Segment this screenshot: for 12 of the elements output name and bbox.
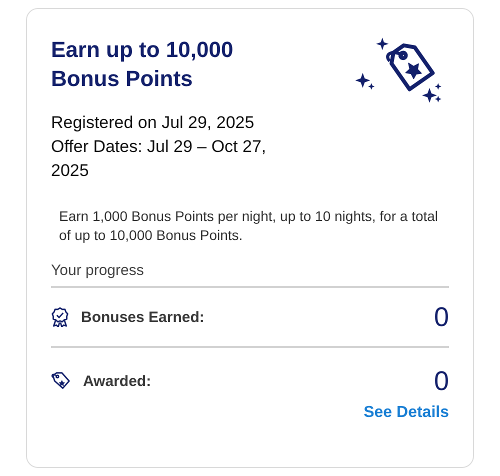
- tag-icon: [51, 372, 71, 390]
- registered-date: Registered on Jul 29, 2025: [51, 112, 256, 134]
- progress-value: 0: [434, 302, 449, 332]
- progress-label: Bonuses Earned:: [81, 308, 206, 326]
- see-details-link[interactable]: See Details: [364, 404, 449, 422]
- offer-title: Earn up to 10,000 Bonus Points: [51, 36, 234, 93]
- offer-dates: Offer Dates: Jul 29 – Oct 27, 2025: [51, 136, 268, 182]
- progress-label: Awarded:: [83, 372, 152, 390]
- award-ribbon-icon: [51, 307, 69, 327]
- offer-description: Earn 1,000 Bonus Points per night, up to 10 nights, for a total of up to 10,000 Bonus Points.: [58, 207, 440, 245]
- progress-heading: Your progress: [51, 262, 449, 288]
- progress-value: 0: [434, 366, 449, 396]
